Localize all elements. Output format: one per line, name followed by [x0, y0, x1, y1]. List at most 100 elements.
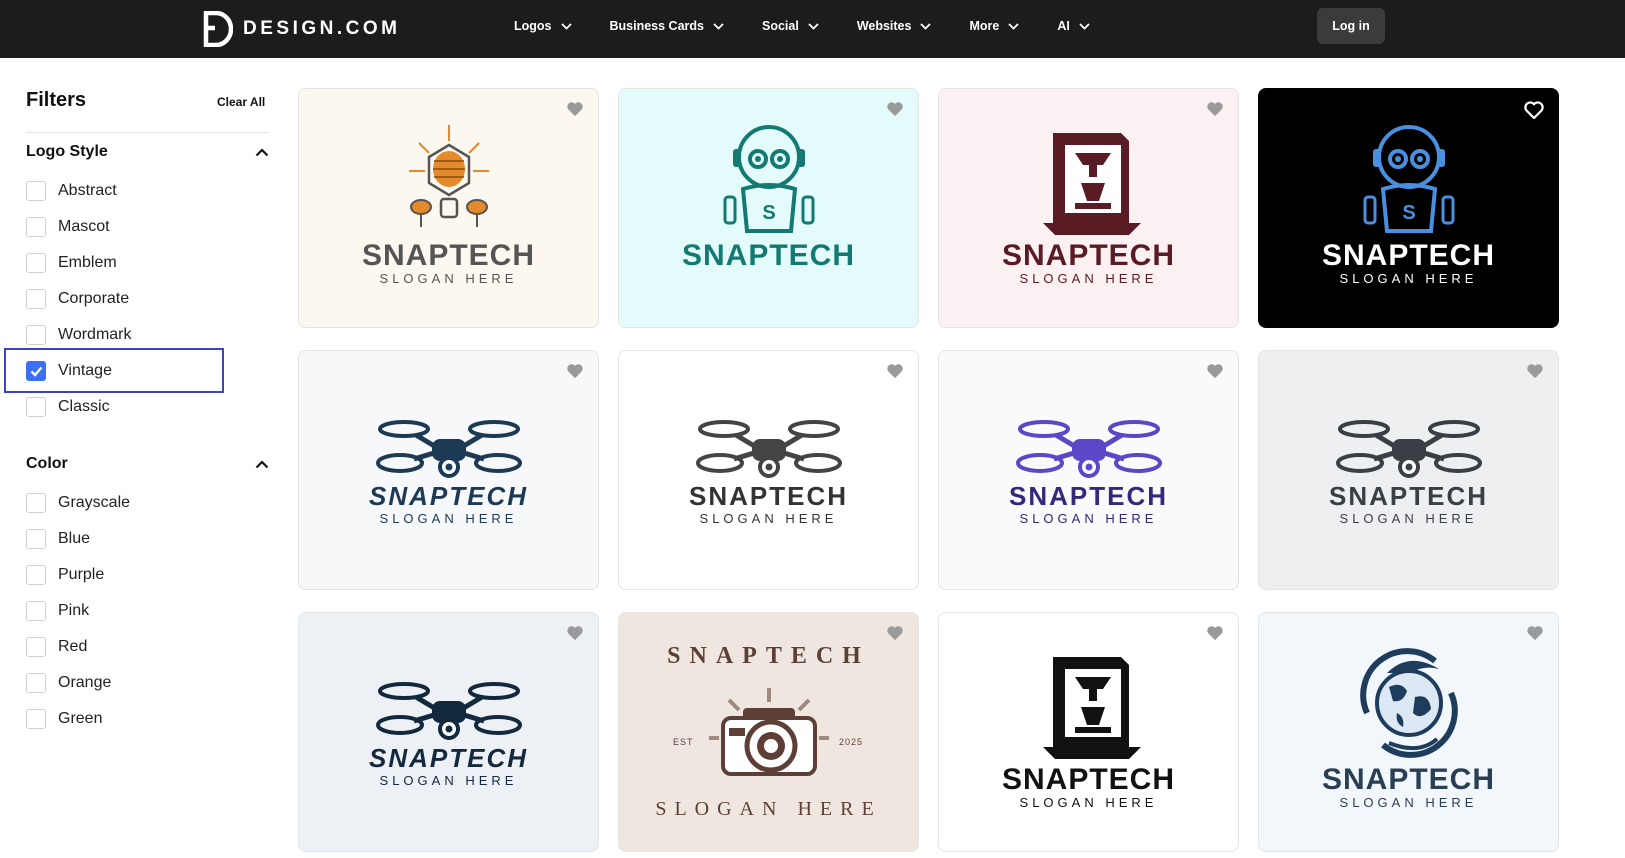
logo-title-text: SNAPTECH [667, 643, 870, 669]
filter-option-pink[interactable]: Pink [26, 599, 89, 623]
logo-card[interactable]: S SNAPTECH SLOGAN HERE [1258, 88, 1559, 328]
filter-checkbox[interactable] [26, 529, 46, 549]
filter-option-green[interactable]: Green [26, 707, 102, 731]
favorite-button[interactable] [886, 625, 904, 646]
lightbulb-icon [389, 119, 509, 244]
nav-label: AI [1057, 19, 1070, 33]
heart-icon[interactable] [886, 625, 904, 641]
favorite-button[interactable] [566, 101, 584, 122]
filter-checkbox[interactable] [26, 325, 46, 345]
filter-option-mascot[interactable]: Mascot [26, 215, 110, 239]
filter-option-corporate[interactable]: Corporate [26, 287, 129, 311]
heart-icon[interactable] [1206, 625, 1224, 641]
logo-card[interactable]: SNAPTECH SLOGAN HERE [938, 88, 1239, 328]
brand-logo[interactable]: DESIGN.COM [203, 9, 400, 49]
logo-slogan-text: SLOGAN HERE [379, 773, 518, 788]
filter-option-classic[interactable]: Classic [26, 395, 110, 419]
top-navigation-bar: DESIGN.COM Logos Business Cards Social W… [0, 0, 1625, 58]
logo-slogan-text: SLOGAN HERE [1339, 511, 1478, 526]
filter-option-abstract[interactable]: Abstract [26, 179, 117, 203]
logo-card[interactable]: SNAPTECH SLOGAN HERE [298, 350, 599, 590]
nav-label: More [969, 19, 1000, 33]
filter-option-orange[interactable]: Orange [26, 671, 111, 695]
heart-icon[interactable] [1524, 101, 1544, 120]
logo-slogan-text: SLOGAN HERE [1019, 271, 1158, 286]
filter-option-red[interactable]: Red [26, 635, 87, 659]
filter-checkbox[interactable] [26, 289, 46, 309]
filter-option-purple[interactable]: Purple [26, 563, 104, 587]
nav-ai[interactable]: AI [1057, 19, 1090, 33]
filter-option-blue[interactable]: Blue [26, 527, 90, 551]
filter-option-wordmark[interactable]: Wordmark [26, 323, 132, 347]
filter-checkbox[interactable] [26, 709, 46, 729]
favorite-button[interactable] [886, 101, 904, 122]
filter-checkbox[interactable] [26, 637, 46, 657]
logo-preview: S [1259, 89, 1558, 327]
nav-business-cards[interactable]: Business Cards [610, 19, 724, 33]
favorite-button[interactable] [1206, 625, 1224, 646]
favorite-button[interactable] [566, 363, 584, 384]
chevron-down-icon [1079, 22, 1090, 30]
favorite-button[interactable] [1524, 101, 1544, 124]
heart-icon[interactable] [1526, 363, 1544, 379]
logo-preview [299, 613, 598, 851]
color-section-toggle[interactable]: Color [26, 453, 269, 475]
filter-checkbox[interactable] [26, 181, 46, 201]
favorite-button[interactable] [566, 625, 584, 646]
filter-checkbox[interactable] [26, 397, 46, 417]
logo-title-text: SNAPTECH [1321, 239, 1495, 272]
nav-more[interactable]: More [969, 19, 1019, 33]
logo-preview [619, 351, 918, 589]
favorite-button[interactable] [886, 363, 904, 384]
heart-icon[interactable] [566, 101, 584, 117]
filter-checkbox[interactable] [26, 565, 46, 585]
filter-checkbox[interactable] [26, 673, 46, 693]
main-nav: Logos Business Cards Social Websites Mor… [514, 0, 1128, 52]
filter-option-label: Pink [58, 602, 90, 619]
filter-option-label: Purple [58, 566, 105, 583]
3d-printer-icon [1029, 119, 1149, 244]
clear-all-button[interactable]: Clear All [217, 95, 265, 109]
favorite-button[interactable] [1526, 363, 1544, 384]
logo-card[interactable]: SNAPTECH SLOGAN HERE [1258, 350, 1559, 590]
logo-card[interactable]: SNAPTECH SLOGAN HERE [1258, 612, 1559, 852]
heart-icon[interactable] [886, 363, 904, 379]
logo-slogan-text: SLOGAN HERE [1019, 795, 1158, 810]
filter-checkbox[interactable] [26, 253, 46, 273]
heart-icon[interactable] [1206, 363, 1224, 379]
filter-option-emblem[interactable]: Emblem [26, 251, 117, 275]
filter-option-grayscale[interactable]: Grayscale [26, 491, 130, 515]
nav-social[interactable]: Social [762, 19, 819, 33]
logo-card[interactable]: SNAPTECH SLOGAN HERE [618, 350, 919, 590]
heart-icon[interactable] [566, 625, 584, 641]
logo-card[interactable]: SNAPTECH SLOGAN HERE [298, 612, 599, 852]
logo-slogan-text: SLOGAN HERE [1339, 795, 1478, 810]
nav-logos[interactable]: Logos [514, 19, 572, 33]
heart-icon[interactable] [1526, 625, 1544, 641]
logo-card[interactable]: SNAPTECH SLOGAN HERE [938, 350, 1239, 590]
heart-icon[interactable] [566, 363, 584, 379]
filter-option-label: Emblem [58, 254, 117, 271]
favorite-button[interactable] [1206, 363, 1224, 384]
camera-icon [708, 688, 829, 793]
logo-card[interactable]: SNAPTECH SLOGAN HERE [298, 88, 599, 328]
logo-card[interactable]: S SNAPTECH [618, 88, 919, 328]
heart-icon[interactable] [886, 101, 904, 117]
filter-checkbox[interactable] [26, 601, 46, 621]
favorite-button[interactable] [1526, 625, 1544, 646]
login-button[interactable]: Log in [1317, 8, 1385, 44]
filter-checkbox[interactable] [26, 493, 46, 513]
heart-icon[interactable] [1206, 101, 1224, 117]
logo-style-section-toggle[interactable]: Logo Style [26, 141, 269, 163]
selection-highlight [4, 348, 224, 393]
logo-title-text: SNAPTECH [1001, 763, 1175, 796]
logo-card[interactable]: SNAPTECH SLOGAN HERE EST 2025 [618, 612, 919, 852]
filter-checkbox[interactable] [26, 217, 46, 237]
design-com-logo-icon [203, 11, 233, 47]
chevron-down-icon [920, 22, 932, 30]
logo-card[interactable]: SNAPTECH SLOGAN HERE [938, 612, 1239, 852]
favorite-button[interactable] [1206, 101, 1224, 122]
filter-option-label: Wordmark [58, 326, 132, 343]
nav-websites[interactable]: Websites [857, 19, 932, 33]
logo-title-text: SNAPTECH [688, 481, 848, 511]
